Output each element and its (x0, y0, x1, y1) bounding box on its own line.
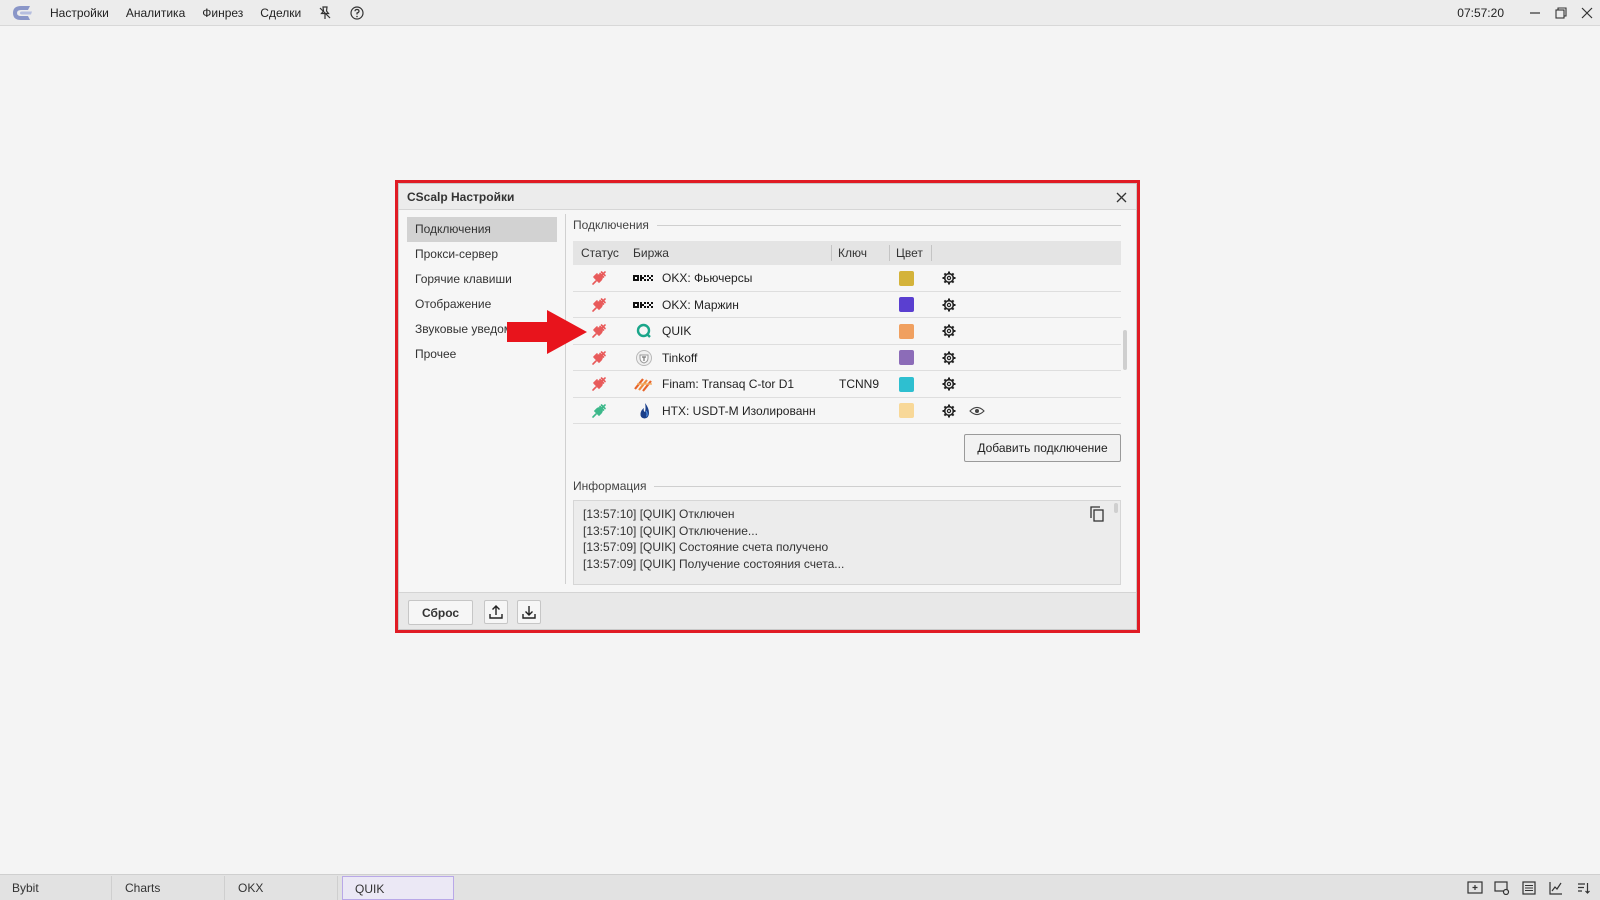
column-status[interactable]: Статус (581, 241, 619, 265)
upload-icon[interactable] (484, 600, 508, 624)
disconnected-plug-icon[interactable] (591, 292, 607, 318)
disconnected-plug-icon[interactable] (591, 371, 607, 397)
color-swatch[interactable] (899, 350, 914, 365)
column-separator (831, 245, 832, 261)
menu-deals[interactable]: Сделки (260, 6, 301, 20)
disconnected-plug-icon[interactable] (591, 265, 607, 291)
tinkoff-logo-icon (635, 345, 653, 371)
download-icon[interactable] (517, 600, 541, 624)
tab-okx[interactable]: OKX (226, 876, 338, 900)
table-row[interactable]: OKX: Фьючерсы (573, 265, 1121, 292)
column-key[interactable]: Ключ (838, 241, 867, 265)
log-line: [13:57:10] [QUIK] Отключение... (583, 523, 758, 538)
column-color[interactable]: Цвет (896, 241, 923, 265)
gear-icon[interactable] (942, 318, 956, 344)
table-row[interactable]: HTX: USDT-M Изолированн (573, 398, 1121, 424)
okx-logo-icon (633, 292, 655, 318)
dialog-title-bar[interactable]: CScalp Настройки (399, 184, 1136, 210)
okx-logo-icon (633, 265, 655, 291)
nav-item-proxy[interactable]: Прокси-сервер (407, 242, 557, 267)
quik-logo-icon (636, 318, 652, 344)
tab-charts[interactable]: Charts (113, 876, 225, 900)
log-line: [13:57:09] [QUIK] Получение состояния сч… (583, 556, 845, 571)
color-swatch[interactable] (899, 270, 914, 286)
table-row[interactable]: Finam: Transaq C-tor D1 TCNN9 (573, 371, 1121, 398)
help-icon[interactable] (350, 5, 364, 20)
exchange-name: Tinkoff (662, 350, 698, 365)
color-swatch[interactable] (899, 297, 914, 312)
connections-section-label: Подключения (573, 218, 657, 232)
menu-finrez[interactable]: Финрез (202, 6, 243, 20)
menu-analytics[interactable]: Аналитика (126, 6, 185, 20)
dialog-title: CScalp Настройки (407, 189, 515, 204)
log-scrollbar[interactable] (1114, 503, 1118, 513)
chart-icon[interactable] (1547, 879, 1565, 897)
connected-plug-icon[interactable] (591, 398, 607, 424)
cscalp-logo-icon[interactable] (10, 4, 34, 22)
window-settings-icon[interactable] (1493, 879, 1511, 897)
top-menu-bar: Настройки Аналитика Финрез Сделки 07:57:… (0, 0, 1600, 26)
exchange-key: TCNN9 (839, 377, 880, 391)
reset-button[interactable]: Сброс (408, 600, 473, 625)
exchange-name: Finam: Transaq C-tor D1 (662, 377, 795, 391)
tab-bybit[interactable]: Bybit (0, 876, 112, 900)
dialog-footer: Сброс (399, 592, 1136, 629)
nav-divider (565, 214, 566, 584)
color-swatch[interactable] (899, 403, 914, 418)
color-swatch[interactable] (899, 376, 914, 392)
table-scrollbar[interactable] (1123, 330, 1127, 370)
exchange-name: HTX: USDT-M Изолированн (662, 403, 816, 418)
gear-icon[interactable] (942, 371, 956, 397)
disconnected-plug-icon[interactable] (591, 345, 607, 371)
gear-icon[interactable] (942, 265, 956, 291)
info-divider (573, 486, 1121, 487)
column-exchange[interactable]: Биржа (633, 241, 669, 265)
connections-table: Статус Биржа Ключ Цвет OKX: Фьючерсы OKX… (573, 241, 1121, 424)
finam-logo-icon (634, 371, 654, 397)
color-swatch[interactable] (899, 323, 914, 339)
copy-icon[interactable] (1090, 506, 1104, 527)
close-icon[interactable] (1574, 0, 1600, 26)
gear-icon[interactable] (942, 345, 956, 371)
exchange-name: OKX: Фьючерсы (662, 271, 753, 285)
log-line: [13:57:09] [QUIK] Состояние счета получе… (583, 540, 829, 554)
tab-quik[interactable]: QUIK (342, 876, 454, 900)
table-row[interactable]: QUIK (573, 318, 1121, 345)
eye-icon[interactable] (969, 398, 985, 424)
unpin-icon[interactable] (318, 5, 332, 20)
exchange-name: QUIK (662, 324, 692, 338)
info-log[interactable]: [13:57:10] [QUIK] Отключен [13:57:10] [Q… (573, 500, 1121, 585)
clock: 07:57:20 (1457, 6, 1504, 20)
add-connection-button[interactable]: Добавить подключение (964, 434, 1121, 462)
column-separator (931, 245, 932, 261)
table-header: Статус Биржа Ключ Цвет (573, 241, 1121, 265)
restore-icon[interactable] (1548, 0, 1574, 26)
sort-icon[interactable] (1574, 879, 1592, 897)
table-row[interactable]: OKX: Маржин (573, 292, 1121, 318)
dialog-close-icon[interactable] (1112, 188, 1130, 206)
htx-logo-icon (638, 398, 652, 424)
list-view-icon[interactable] (1520, 879, 1538, 897)
minimize-icon[interactable] (1522, 0, 1548, 26)
menu-settings[interactable]: Настройки (50, 6, 109, 20)
nav-item-connections[interactable]: Подключения (407, 217, 557, 242)
log-line: [13:57:10] [QUIK] Отключен (583, 507, 735, 521)
disconnected-plug-icon[interactable] (591, 318, 607, 344)
add-window-icon[interactable] (1466, 879, 1484, 897)
settings-dialog: CScalp Настройки Подключения Прокси-серв… (398, 183, 1137, 630)
column-separator (889, 245, 890, 261)
red-arrow-icon (507, 310, 587, 354)
nav-item-hotkeys[interactable]: Горячие клавиши (407, 267, 557, 292)
info-section-label: Информация (573, 479, 655, 493)
gear-icon[interactable] (942, 398, 956, 424)
bottom-tab-bar: Bybit Charts OKX QUIK (0, 874, 1600, 900)
gear-icon[interactable] (942, 292, 956, 318)
table-row[interactable]: Tinkoff (573, 345, 1121, 371)
exchange-name: OKX: Маржин (662, 297, 739, 312)
